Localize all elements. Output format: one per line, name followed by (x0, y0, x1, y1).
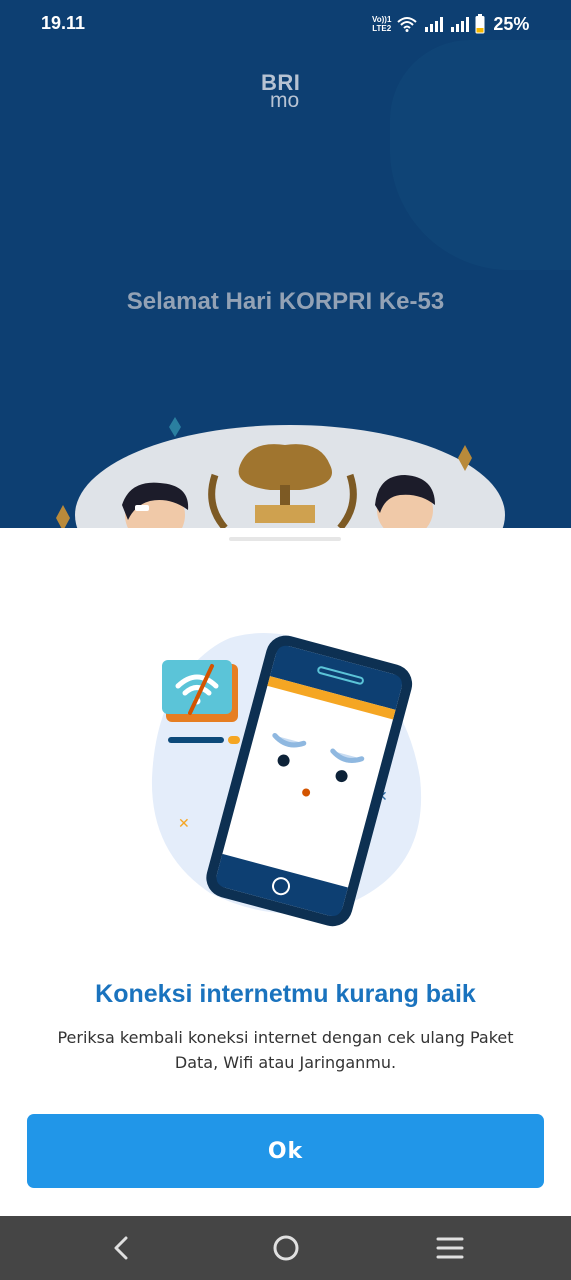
decorative-shape (390, 40, 571, 270)
wifi-icon (397, 17, 418, 32)
drag-handle[interactable] (229, 537, 341, 541)
dialog-message: Periksa kembali koneksi internet dengan … (57, 1028, 514, 1072)
chevron-left-icon (114, 1236, 128, 1260)
signal-icon-sim1 (425, 17, 444, 32)
volte-indicator: Vo))1 LTE2 (372, 15, 392, 33)
status-icons: Vo))1 LTE2 25% (372, 12, 529, 36)
svg-text:✕: ✕ (178, 816, 190, 832)
ok-button[interactable]: Ok (27, 1114, 544, 1188)
navigation-bar (0, 1216, 571, 1280)
brimo-logo: BRI mo (261, 70, 301, 112)
back-button[interactable] (102, 1228, 142, 1268)
battery-percent: 25% (493, 13, 530, 34)
home-button[interactable] (266, 1228, 306, 1268)
battery-icon (475, 14, 485, 34)
three-lines-menu-icon (436, 1237, 464, 1259)
korpri-illustration (56, 417, 505, 528)
circle-home-icon (273, 1235, 299, 1261)
no-connection-illustration: ✕ ✕ (151, 633, 422, 927)
dialog-title: Koneksi internetmu kurang baik (95, 980, 476, 1008)
background-banner: 19.11 Vo))1 LTE2 25% BRI mo Selamat Hari… (0, 0, 571, 528)
status-time: 19.11 (41, 13, 86, 33)
recent-apps-button[interactable] (430, 1228, 470, 1268)
status-bar: 19.11 Vo))1 LTE2 25% (0, 0, 571, 48)
bottom-sheet-dialog: ✕ ✕ Koneksi internetmu kurang baik Perik… (0, 528, 571, 1216)
banner-title: Selamat Hari KORPRI Ke-53 (126, 288, 445, 315)
signal-icon-sim2 (451, 17, 470, 32)
